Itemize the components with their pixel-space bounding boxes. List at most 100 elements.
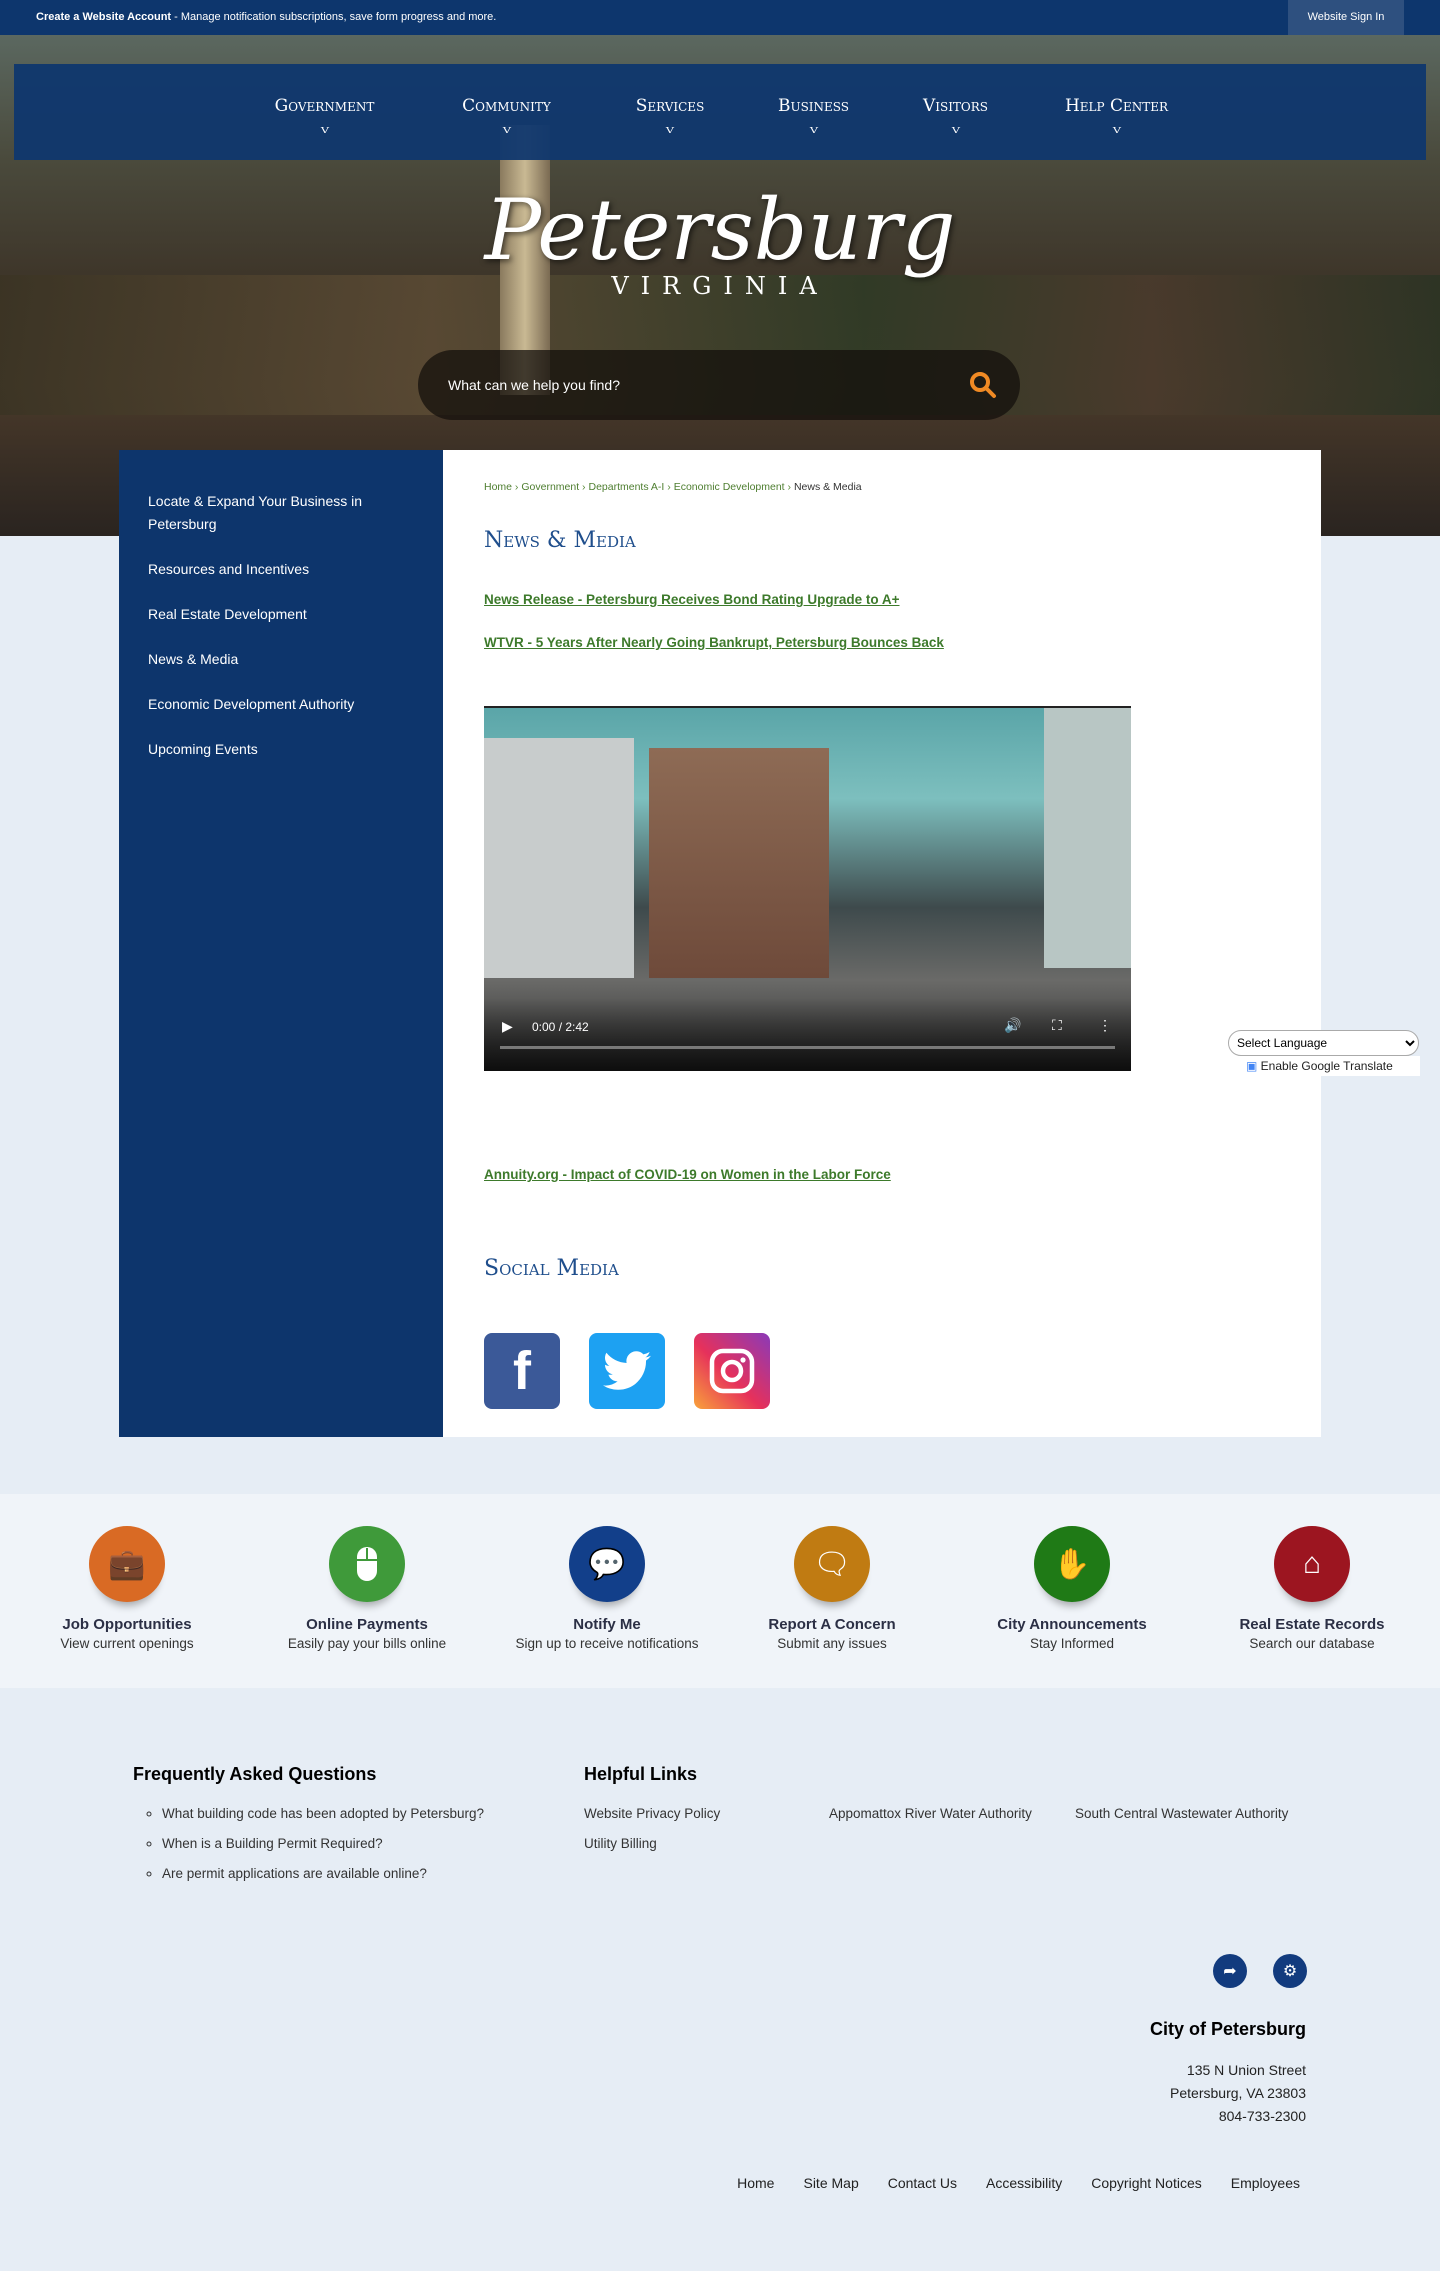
google-icon: ▣	[1246, 1059, 1261, 1073]
twitter-icon[interactable]	[589, 1333, 665, 1409]
helpful-link-utility-billing[interactable]: Utility Billing	[584, 1836, 657, 1851]
facebook-icon[interactable]: f	[484, 1333, 560, 1409]
hand-icon: ✋	[1034, 1526, 1110, 1602]
nav-label: Services	[635, 96, 705, 116]
breadcrumb-government[interactable]: Government	[521, 481, 579, 493]
instagram-icon[interactable]	[694, 1333, 770, 1409]
search-input[interactable]	[448, 370, 928, 400]
chevron-down-icon: v	[320, 122, 329, 136]
enable-translate-label: Enable Google Translate	[1260, 1059, 1393, 1073]
quick-link-subtitle: Easily pay your bills online	[287, 1636, 447, 1651]
quick-link-notify-me[interactable]: 💬 Notify Me Sign up to receive notificatio…	[487, 1526, 727, 1651]
news-link-bond-rating[interactable]: News Release - Petersburg Receives Bond …	[484, 592, 900, 607]
faq-heading: Frequently Asked Questions	[133, 1764, 377, 1784]
language-select[interactable]: Select Language	[1228, 1030, 1419, 1056]
city-logo[interactable]: Petersburg VIRGINIA	[470, 180, 970, 330]
contact-heading: City of Petersburg	[1149, 2019, 1306, 2039]
faq-item[interactable]: What building code has been adopted by P…	[162, 1806, 484, 1836]
sidebar-item-upcoming-events[interactable]: Upcoming Events	[119, 738, 444, 761]
breadcrumb-current: News & Media	[793, 481, 862, 493]
helpful-link-privacy[interactable]: Website Privacy Policy	[584, 1806, 720, 1821]
video-player[interactable]: ▶ 0:00 / 2:42 🔊 ⛶ ⋮	[484, 706, 1131, 1071]
footer-link-site-map[interactable]: Site Map	[803, 2175, 858, 2191]
share-icon[interactable]: ➦	[1213, 1954, 1247, 1988]
quick-link-subtitle: View current openings	[60, 1636, 194, 1651]
quick-link-real-estate-records[interactable]: ⌂ Real Estate Records Search our database	[1192, 1526, 1432, 1651]
sign-in-button[interactable]: Website Sign In	[1288, 0, 1404, 35]
footer-link-home[interactable]: Home	[737, 2175, 774, 2191]
video-progress-bar[interactable]	[500, 1046, 1115, 1049]
nav-visitors[interactable]: Visitors v	[885, 64, 1027, 160]
sidebar-item-news-media[interactable]: News & Media	[119, 648, 444, 671]
quick-link-subtitle: Search our database	[1249, 1636, 1375, 1651]
account-bar: Create a Website Account - Manage notifi…	[0, 0, 1440, 35]
nav-community[interactable]: Community v	[416, 64, 598, 160]
sidebar-item-eda[interactable]: Economic Development Authority	[119, 693, 444, 716]
faq-item[interactable]: Are permit applications are available on…	[162, 1866, 484, 1896]
nav-label: Business	[777, 96, 850, 116]
helpful-link-appomattox[interactable]: Appomattox River Water Authority	[829, 1806, 1032, 1821]
sidebar-item-resources[interactable]: Resources and Incentives	[119, 558, 444, 581]
house-icon: ⌂	[1274, 1526, 1350, 1602]
fullscreen-icon[interactable]: ⛶	[1052, 1017, 1062, 1034]
site-search	[418, 350, 1020, 420]
main-nav: Government v Community v Services v Busines…	[14, 64, 1426, 160]
more-options-icon[interactable]: ⋮	[1098, 1017, 1112, 1034]
sidebar-item-locate-expand[interactable]: Locate & Expand Your Business in Petersb…	[119, 490, 444, 536]
search-icon[interactable]	[968, 370, 998, 400]
breadcrumb-economic-development[interactable]: Economic Development	[674, 481, 785, 493]
news-link-annuity[interactable]: Annuity.org - Impact of COVID-19 on Wome…	[484, 1167, 891, 1182]
video-frame-building	[484, 738, 634, 978]
sidebar-item-real-estate[interactable]: Real Estate Development	[119, 603, 444, 626]
sidebar-nav: Locate & Expand Your Business in Petersb…	[119, 450, 444, 1437]
chevron-down-icon: v	[809, 122, 818, 136]
news-link-wtvr[interactable]: WTVR - 5 Years After Nearly Going Bankru…	[484, 635, 944, 650]
nav-label: Government	[274, 96, 375, 116]
chevron-down-icon: v	[665, 122, 675, 136]
faq-item[interactable]: When is a Building Permit Required?	[162, 1836, 484, 1866]
create-account-link[interactable]: Create a Website Account	[36, 11, 171, 23]
nav-services[interactable]: Services v	[598, 64, 743, 160]
quick-link-title: Notify Me	[573, 1616, 641, 1633]
quick-link-title: Report A Concern	[768, 1616, 896, 1633]
enable-google-translate-link[interactable]: ▣ Enable Google Translate	[1242, 1056, 1420, 1076]
nav-business[interactable]: Business v	[743, 64, 885, 160]
nav-label: Community	[462, 96, 551, 116]
faq-list: What building code has been adopted by P…	[162, 1806, 484, 1896]
quick-link-job-opportunities[interactable]: 💼 Job Opportunities View current openings	[7, 1526, 247, 1651]
breadcrumb-departments[interactable]: Departments A-I	[588, 481, 664, 493]
phone-number: 804-733-2300	[1218, 2108, 1306, 2124]
mouse-icon	[329, 1526, 405, 1602]
chat-bubble-icon: 💬	[569, 1526, 645, 1602]
quick-link-subtitle: Stay Informed	[1029, 1636, 1115, 1651]
quick-link-city-announcements[interactable]: ✋ City Announcements Stay Informed	[952, 1526, 1192, 1651]
helpful-links-heading: Helpful Links	[584, 1764, 698, 1784]
settings-gear-icon[interactable]: ⚙	[1273, 1954, 1307, 1988]
briefcase-icon: 💼	[89, 1526, 165, 1602]
footer-link-contact[interactable]: Contact Us	[888, 2175, 957, 2191]
address-street: 135 N Union Street	[1186, 2062, 1306, 2078]
chevron-down-icon: v	[1112, 122, 1121, 136]
nav-government[interactable]: Government v	[234, 64, 416, 160]
footer-link-copyright[interactable]: Copyright Notices	[1091, 2175, 1202, 2191]
quick-link-online-payments[interactable]: Online Payments Easily pay your bills onl…	[247, 1526, 487, 1651]
quick-link-subtitle: Sign up to receive notifications	[515, 1636, 699, 1651]
chevron-down-icon: v	[951, 122, 960, 136]
video-frame-building	[1044, 708, 1131, 968]
quick-link-report-concern[interactable]: 🗨 Report A Concern Submit any issues	[712, 1526, 952, 1651]
social-icons: f	[484, 1333, 770, 1409]
footer-links: Home Site Map Contact Us Accessibility C…	[737, 2175, 1300, 2191]
quick-link-subtitle: Submit any issues	[777, 1636, 887, 1651]
volume-icon[interactable]: 🔊	[1004, 1017, 1021, 1034]
chat-bubbles-icon: 🗨	[794, 1526, 870, 1602]
helpful-link-south-central[interactable]: South Central Wastewater Authority	[1075, 1806, 1288, 1821]
nav-help-center[interactable]: Help Center v	[1027, 64, 1207, 160]
breadcrumb-home[interactable]: Home	[484, 481, 512, 493]
footer-link-accessibility[interactable]: Accessibility	[986, 2175, 1062, 2191]
account-bar-text: - Manage notification subscriptions, sav…	[171, 11, 497, 23]
video-controls	[484, 998, 1131, 1071]
footer-link-employees[interactable]: Employees	[1231, 2175, 1300, 2191]
google-translate-widget: Select Language ▣ Enable Google Translat…	[1228, 1030, 1420, 1076]
play-icon[interactable]: ▶	[502, 1018, 513, 1035]
video-frame-building	[649, 748, 829, 978]
